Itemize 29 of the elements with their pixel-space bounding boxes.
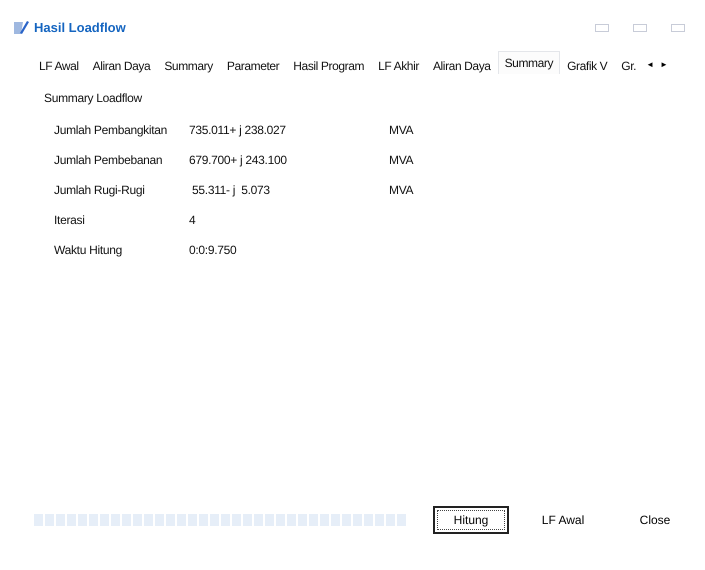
dialog-button[interactable]: Hitung [433,506,509,534]
tab[interactable]: Aliran Daya [86,54,158,76]
unit-label: MVA [389,122,414,138]
field-label: Jumlah Pembebanan [54,152,164,168]
scroll-right-button[interactable]: ► [657,59,671,71]
scroll-left-button[interactable]: ◄ [643,59,658,71]
tab[interactable]: Gr. [614,54,644,76]
field-value: 4 [189,212,196,228]
field-value: 0:0:9.750 [189,242,238,258]
window-title: Hasil Loadflow [34,19,126,37]
field-value: 55.311- j 5.073 [191,182,271,198]
tab[interactable]: LF Awal [32,54,86,76]
tab[interactable]: Grafik V [560,54,614,76]
unit-label: MVA [389,182,414,198]
field-label: Jumlah Pembangkitan [54,122,168,138]
field-label: Iterasi [54,212,86,228]
panel-title: Summary Loadflow [44,90,144,106]
field-value: 679.700+ j 243.100 [189,152,288,168]
tab[interactable]: Summary [157,54,220,76]
field-value: 735.011+ j 238.027 [189,122,287,138]
tab[interactable]: LF Akhir [371,54,426,76]
field-label: Jumlah Rugi-Rugi [54,182,146,198]
tab[interactable]: Aliran Daya [426,54,498,76]
unit-label: MVA [389,152,414,168]
tab[interactable]: Summary [498,50,560,74]
tab[interactable]: Parameter [220,54,286,76]
field-label: Waktu Hitung [54,242,123,258]
tab[interactable]: Hasil Program [286,54,372,76]
app-icon [12,18,30,37]
